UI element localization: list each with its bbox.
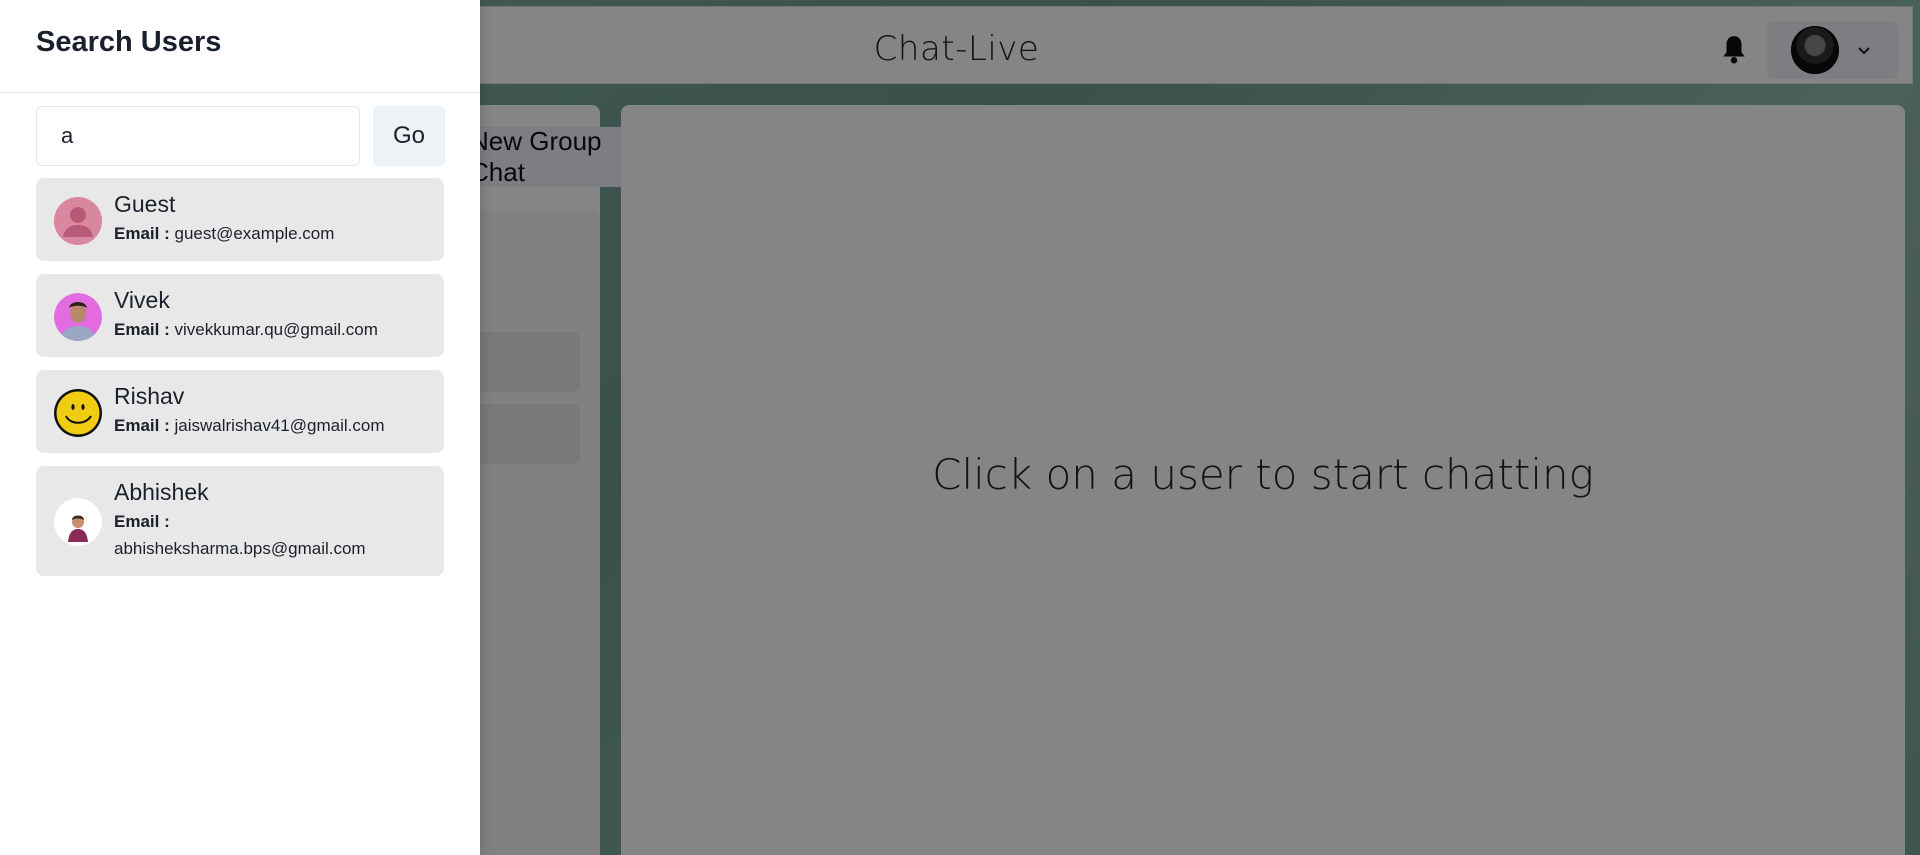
user-name: Rishav xyxy=(114,383,185,409)
email-label: Email : xyxy=(114,224,170,243)
user-email: Email : jaiswalrishav41@gmail.com xyxy=(114,412,384,439)
search-row: Go xyxy=(36,106,445,166)
email-label: Email : xyxy=(114,512,170,531)
user-result-item[interactable]: Vivek Email : vivekkumar.qu@gmail.com xyxy=(36,274,444,357)
avatar xyxy=(54,389,102,437)
user-name: Vivek xyxy=(114,287,170,313)
email-value: abhisheksharma.bps@gmail.com xyxy=(114,539,366,558)
avatar xyxy=(54,197,102,245)
avatar xyxy=(54,498,102,546)
user-email: Email : abhisheksharma.bps@gmail.com xyxy=(114,508,414,562)
email-value: vivekkumar.qu@gmail.com xyxy=(174,320,378,339)
go-button[interactable]: Go xyxy=(373,106,445,166)
search-users-drawer: Search Users Go Guest Email : guest@exam… xyxy=(0,0,480,855)
search-results: Guest Email : guest@example.com Vivek Em… xyxy=(36,178,444,589)
drawer-title: Search Users xyxy=(36,25,222,58)
email-value: guest@example.com xyxy=(174,224,335,243)
user-result-item[interactable]: Guest Email : guest@example.com xyxy=(36,178,444,261)
user-result-item[interactable]: Abhishek Email : abhisheksharma.bps@gmai… xyxy=(36,466,444,576)
user-email: Email : vivekkumar.qu@gmail.com xyxy=(114,316,378,343)
user-email: Email : guest@example.com xyxy=(114,220,334,247)
drawer-header: Search Users xyxy=(0,0,480,93)
user-name: Abhishek xyxy=(114,479,209,505)
avatar xyxy=(54,293,102,341)
email-value: jaiswalrishav41@gmail.com xyxy=(174,416,385,435)
user-name: Guest xyxy=(114,191,176,217)
email-label: Email : xyxy=(114,320,170,339)
email-label: Email : xyxy=(114,416,170,435)
search-input[interactable] xyxy=(36,106,360,166)
user-result-item[interactable]: Rishav Email : jaiswalrishav41@gmail.com xyxy=(36,370,444,453)
